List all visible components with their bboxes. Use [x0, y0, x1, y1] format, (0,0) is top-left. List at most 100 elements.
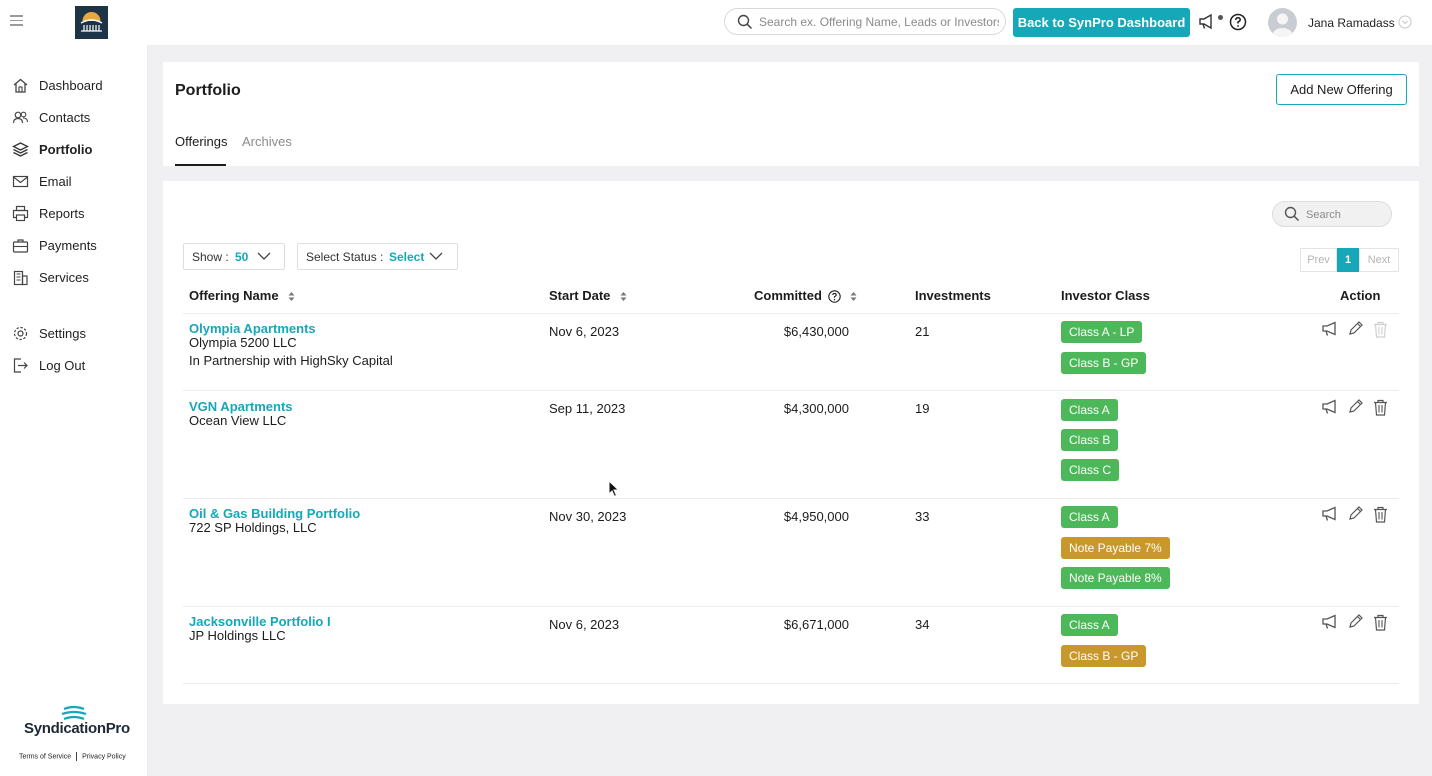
page-1-button[interactable]: 1	[1337, 248, 1359, 272]
offerings-search-box[interactable]	[1272, 201, 1392, 227]
global-search-box[interactable]	[724, 8, 1006, 35]
gear-icon	[13, 326, 28, 341]
terms-link[interactable]: Terms of Service	[19, 753, 71, 760]
privacy-link[interactable]: Privacy Policy	[82, 753, 126, 760]
investor-class-badge: Note Payable 8%	[1061, 567, 1170, 589]
mail-icon	[12, 175, 29, 188]
column-header-label: Committed	[754, 288, 822, 303]
sidebar-item-reports[interactable]: Reports	[0, 200, 148, 228]
offering-name-link[interactable]: VGN Apartments	[189, 399, 293, 414]
announcements-icon[interactable]	[1198, 13, 1216, 30]
offering-note: In Partnership with HighSky Capital	[189, 353, 393, 368]
sidebar-item-portfolio[interactable]: Portfolio	[0, 136, 148, 164]
sidebar-item-payments[interactable]: Payments	[0, 232, 148, 260]
help-icon[interactable]	[1229, 13, 1247, 31]
printer-icon	[12, 205, 29, 222]
investor-class-badge: Class B - GP	[1061, 645, 1147, 667]
sidebar-item-logout[interactable]: Log Out	[0, 352, 148, 380]
column-header-label: Offering Name	[189, 288, 279, 303]
sidebar-item-dashboard[interactable]: Dashboard	[0, 72, 148, 100]
back-to-dashboard-button[interactable]: Back to SynPro Dashboard	[1013, 8, 1190, 37]
table-divider	[183, 606, 1399, 607]
contacts-icon	[12, 111, 29, 124]
investor-class-badge: Class A	[1061, 614, 1118, 636]
search-icon	[737, 14, 753, 30]
search-icon	[1284, 206, 1300, 222]
delete-trash-icon[interactable]	[1373, 321, 1388, 338]
investor-class-badge: Class A	[1061, 506, 1118, 528]
delete-trash-icon[interactable]	[1373, 614, 1388, 631]
info-help-icon[interactable]	[827, 290, 841, 303]
edit-pencil-icon[interactable]	[1347, 613, 1364, 630]
column-header-investor-class: Investor Class	[1061, 288, 1150, 303]
committed-amount: $4,950,000	[783, 509, 849, 524]
delete-trash-icon[interactable]	[1373, 506, 1388, 523]
chevron-down-icon	[257, 252, 271, 260]
edit-pencil-icon[interactable]	[1347, 320, 1364, 337]
sidebar-item-label: Contacts	[39, 110, 91, 125]
offerings-search-input[interactable]	[1306, 207, 1386, 223]
megaphone-icon[interactable]	[1321, 399, 1339, 415]
investments-count: 33	[915, 509, 930, 524]
status-select[interactable]: Select Status : Select	[297, 243, 458, 270]
sort-icon[interactable]	[288, 291, 295, 302]
sidebar-item-label: Portfolio	[39, 142, 93, 157]
sidebar-item-settings[interactable]: Settings	[0, 320, 148, 348]
committed-amount: $4,300,000	[783, 401, 849, 416]
column-header-offering-name[interactable]: Offering Name	[189, 288, 295, 303]
user-menu-chevron-icon[interactable]	[1398, 15, 1412, 29]
show-label: Show :	[192, 250, 229, 264]
brand-name: SyndicationPro	[24, 720, 130, 737]
column-header-start-date[interactable]: Start Date	[549, 288, 627, 303]
logout-icon	[13, 358, 28, 373]
megaphone-icon[interactable]	[1321, 506, 1339, 522]
investments-count: 19	[915, 401, 930, 416]
investor-class-badge: Note Payable 7%	[1061, 537, 1170, 559]
notification-dot	[1218, 15, 1223, 20]
user-avatar[interactable]	[1268, 8, 1297, 37]
offerings-card: Show : 50 Select Status : Select Prev 1 …	[163, 181, 1419, 704]
offering-name-link[interactable]: Jacksonville Portfolio I	[189, 614, 331, 629]
table-divider	[183, 313, 1399, 314]
edit-pencil-icon[interactable]	[1347, 505, 1364, 522]
status-label: Select Status :	[306, 250, 384, 264]
next-page-button[interactable]: Next	[1359, 248, 1399, 272]
layers-icon	[12, 142, 29, 157]
megaphone-icon[interactable]	[1321, 321, 1339, 337]
offering-entity: Olympia 5200 LLC	[189, 335, 297, 350]
table-divider	[183, 498, 1399, 499]
tab-offerings[interactable]: Offerings	[175, 134, 228, 149]
investor-class-badge: Class A - LP	[1061, 321, 1143, 343]
table-divider	[183, 683, 1399, 684]
offering-name-link[interactable]: Oil & Gas Building Portfolio	[189, 506, 360, 521]
active-tab-indicator	[175, 164, 226, 166]
sort-icon[interactable]	[620, 291, 627, 302]
show-value: 50	[235, 250, 249, 264]
hamburger-menu-icon[interactable]	[10, 15, 23, 27]
sort-icon[interactable]	[850, 291, 857, 302]
user-name[interactable]: Jana Ramadass	[1308, 16, 1395, 30]
tab-archives[interactable]: Archives	[242, 134, 292, 149]
sidebar-item-label: Log Out	[39, 358, 86, 373]
start-date: Nov 6, 2023	[549, 617, 620, 632]
investor-class-badge: Class C	[1061, 459, 1120, 481]
offering-entity: 722 SP Holdings, LLC	[189, 520, 317, 535]
delete-trash-icon[interactable]	[1373, 399, 1388, 416]
megaphone-icon[interactable]	[1321, 614, 1339, 630]
column-header-committed[interactable]: Committed	[754, 288, 857, 303]
edit-pencil-icon[interactable]	[1347, 398, 1364, 415]
investor-class-badge: Class B	[1061, 429, 1119, 451]
sidebar-item-contacts[interactable]: Contacts	[0, 104, 148, 132]
sidebar-item-email[interactable]: Email	[0, 168, 148, 196]
column-header-label: Start Date	[549, 288, 611, 303]
company-logo[interactable]	[75, 6, 108, 39]
offering-name-link[interactable]: Olympia Apartments	[189, 321, 316, 336]
global-search-input[interactable]	[759, 13, 999, 31]
chevron-down-icon	[429, 252, 443, 260]
prev-page-button[interactable]: Prev	[1300, 248, 1337, 272]
investments-count: 34	[915, 617, 930, 632]
show-count-select[interactable]: Show : 50	[183, 243, 285, 270]
building-icon	[13, 270, 28, 286]
add-new-offering-button[interactable]: Add New Offering	[1276, 74, 1407, 105]
sidebar-item-services[interactable]: Services	[0, 264, 148, 292]
